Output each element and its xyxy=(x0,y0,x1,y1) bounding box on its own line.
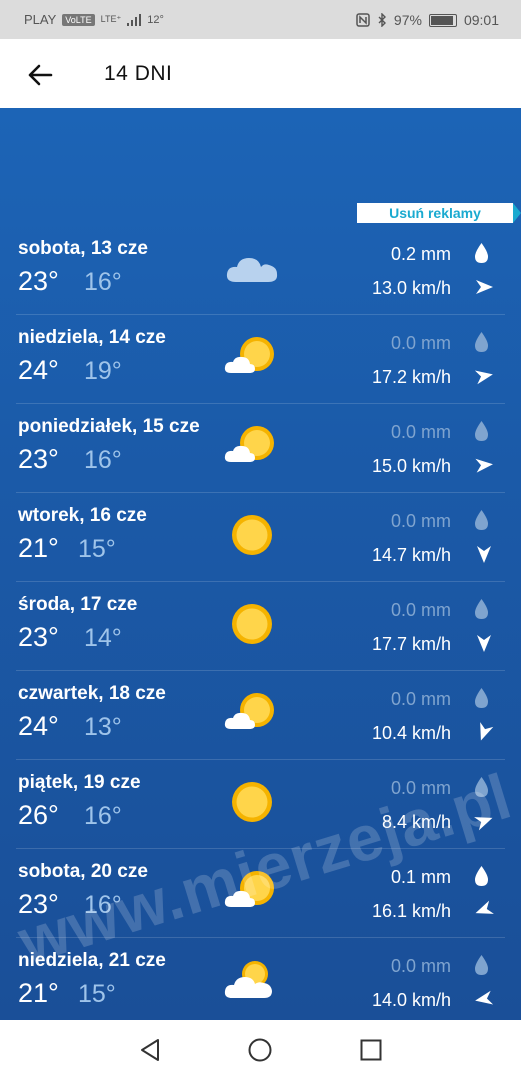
cloudy-icon xyxy=(222,246,282,290)
day-label: sobota, 13 cze xyxy=(18,238,148,259)
day-label: czwartek, 18 cze xyxy=(18,683,166,704)
nav-home-icon[interactable] xyxy=(248,1038,272,1062)
wind-direction-icon xyxy=(473,543,495,565)
precipitation-value: 0.0 mm xyxy=(390,511,451,531)
temp-min: 16° xyxy=(84,446,122,474)
wind-direction-icon xyxy=(473,276,495,298)
day-label: niedziela, 14 cze xyxy=(18,327,166,348)
raindrop-icon xyxy=(473,509,490,531)
wind-speed-value: 14.7 km/h xyxy=(371,545,451,565)
status-temperature: 12° xyxy=(147,13,164,26)
forecast-day-row[interactable]: sobota, 13 cze 23° 16° 0.2 mm 13.0 km/h xyxy=(0,226,521,315)
forecast-day-row[interactable]: czwartek, 18 cze 24° 13° 0.0 mm 10.4 km/h xyxy=(0,671,521,760)
day-label: piątek, 19 cze xyxy=(18,772,141,793)
wind-direction-icon xyxy=(473,988,495,1010)
raindrop-icon xyxy=(473,242,490,264)
nav-recents-icon[interactable] xyxy=(360,1039,382,1061)
back-arrow-icon[interactable] xyxy=(26,61,54,89)
sunny-icon xyxy=(222,780,282,824)
temp-max: 21° xyxy=(18,978,59,1008)
nfc-icon xyxy=(356,13,370,27)
raindrop-icon xyxy=(473,331,490,353)
sunny-icon xyxy=(222,513,282,557)
remove-ads-label: Usuń reklamy xyxy=(389,205,481,221)
temp-min: 15° xyxy=(78,535,116,563)
battery-percent: 97% xyxy=(393,12,422,28)
temp-max: 23° xyxy=(18,266,59,296)
temp-min: 13° xyxy=(84,713,122,741)
precipitation-value: 0.1 mm xyxy=(390,867,451,887)
raindrop-icon xyxy=(473,954,490,976)
partly-cloudy-icon xyxy=(222,958,282,1002)
forecast-day-row[interactable]: środa, 17 cze 23° 14° 0.0 mm 17.7 km/h xyxy=(0,582,521,671)
signal-icon xyxy=(127,13,142,26)
temp-max: 24° xyxy=(18,355,59,385)
raindrop-icon xyxy=(473,865,490,887)
forecast-day-row[interactable]: wtorek, 16 cze 21° 15° 0.0 mm 14.7 km/h xyxy=(0,493,521,582)
sunny-icon xyxy=(222,602,282,646)
wind-direction-icon xyxy=(473,365,495,387)
temp-min: 16° xyxy=(84,268,122,296)
remove-ads-button[interactable]: Usuń reklamy xyxy=(357,203,521,223)
raindrop-icon xyxy=(473,598,490,620)
precipitation-value: 0.0 mm xyxy=(390,956,451,976)
wind-direction-icon xyxy=(473,721,495,743)
clock: 09:01 xyxy=(463,12,499,28)
nav-back-icon[interactable] xyxy=(139,1038,161,1062)
day-label: środa, 17 cze xyxy=(18,594,138,615)
wind-speed-value: 15.0 km/h xyxy=(371,456,451,476)
temp-max: 24° xyxy=(18,711,59,741)
badge-tail xyxy=(513,203,521,223)
page-title: 14 DNI xyxy=(104,62,173,85)
precipitation-value: 0.0 mm xyxy=(390,600,451,620)
app-bar: 14 DNI xyxy=(0,39,521,108)
forecast-day-row[interactable]: poniedziałek, 15 cze 23° 16° 0.0 mm 15.0 km/… xyxy=(0,404,521,493)
temp-max: 23° xyxy=(18,444,59,474)
battery-icon xyxy=(428,13,457,27)
status-left: PLAY VoLTE LTE⁺ 12° xyxy=(24,12,164,27)
wind-speed-value: 17.2 km/h xyxy=(371,367,451,387)
wind-speed-value: 10.4 km/h xyxy=(371,723,451,743)
status-bar: PLAY VoLTE LTE⁺ 12° 97% 09:01 xyxy=(0,0,521,39)
precipitation-value: 0.0 mm xyxy=(390,422,451,442)
temp-min: 16° xyxy=(84,802,122,830)
wind-speed-value: 13.0 km/h xyxy=(371,278,451,298)
partly-sunny-icon xyxy=(222,691,282,735)
precipitation-value: 0.0 mm xyxy=(390,689,451,709)
temp-max: 26° xyxy=(18,800,59,830)
wind-speed-value: 16.1 km/h xyxy=(371,901,451,921)
forecast-day-row[interactable]: niedziela, 14 cze 24° 19° 0.0 mm 17.2 km/h xyxy=(0,315,521,404)
day-label: wtorek, 16 cze xyxy=(18,505,147,526)
wind-direction-icon xyxy=(473,632,495,654)
precipitation-value: 0.2 mm xyxy=(390,244,451,264)
temp-max: 23° xyxy=(18,622,59,652)
raindrop-icon xyxy=(473,420,490,442)
wind-speed-value: 14.0 km/h xyxy=(371,990,451,1010)
wind-direction-icon xyxy=(473,454,495,476)
partly-sunny-icon xyxy=(222,424,282,468)
system-nav-bar xyxy=(0,1020,521,1080)
temp-min: 14° xyxy=(84,624,122,652)
volte-badge: VoLTE xyxy=(62,13,95,26)
forecast-content[interactable]: Usuń reklamy sobota, 13 cze 23° 16° 0.2 mm 1… xyxy=(0,108,521,1027)
wind-direction-icon xyxy=(473,899,495,921)
status-right: 97% 09:01 xyxy=(356,12,499,28)
carrier-label: PLAY xyxy=(24,12,57,27)
precipitation-value: 0.0 mm xyxy=(390,333,451,353)
network-label: LTE⁺ xyxy=(100,14,122,24)
temp-min: 19° xyxy=(84,357,122,385)
bluetooth-icon xyxy=(378,13,386,27)
temp-max: 21° xyxy=(18,533,59,563)
partly-sunny-icon xyxy=(222,335,282,379)
temp-min: 15° xyxy=(78,980,116,1008)
raindrop-icon xyxy=(473,687,490,709)
day-label: poniedziałek, 15 cze xyxy=(18,416,200,437)
wind-speed-value: 17.7 km/h xyxy=(371,634,451,654)
